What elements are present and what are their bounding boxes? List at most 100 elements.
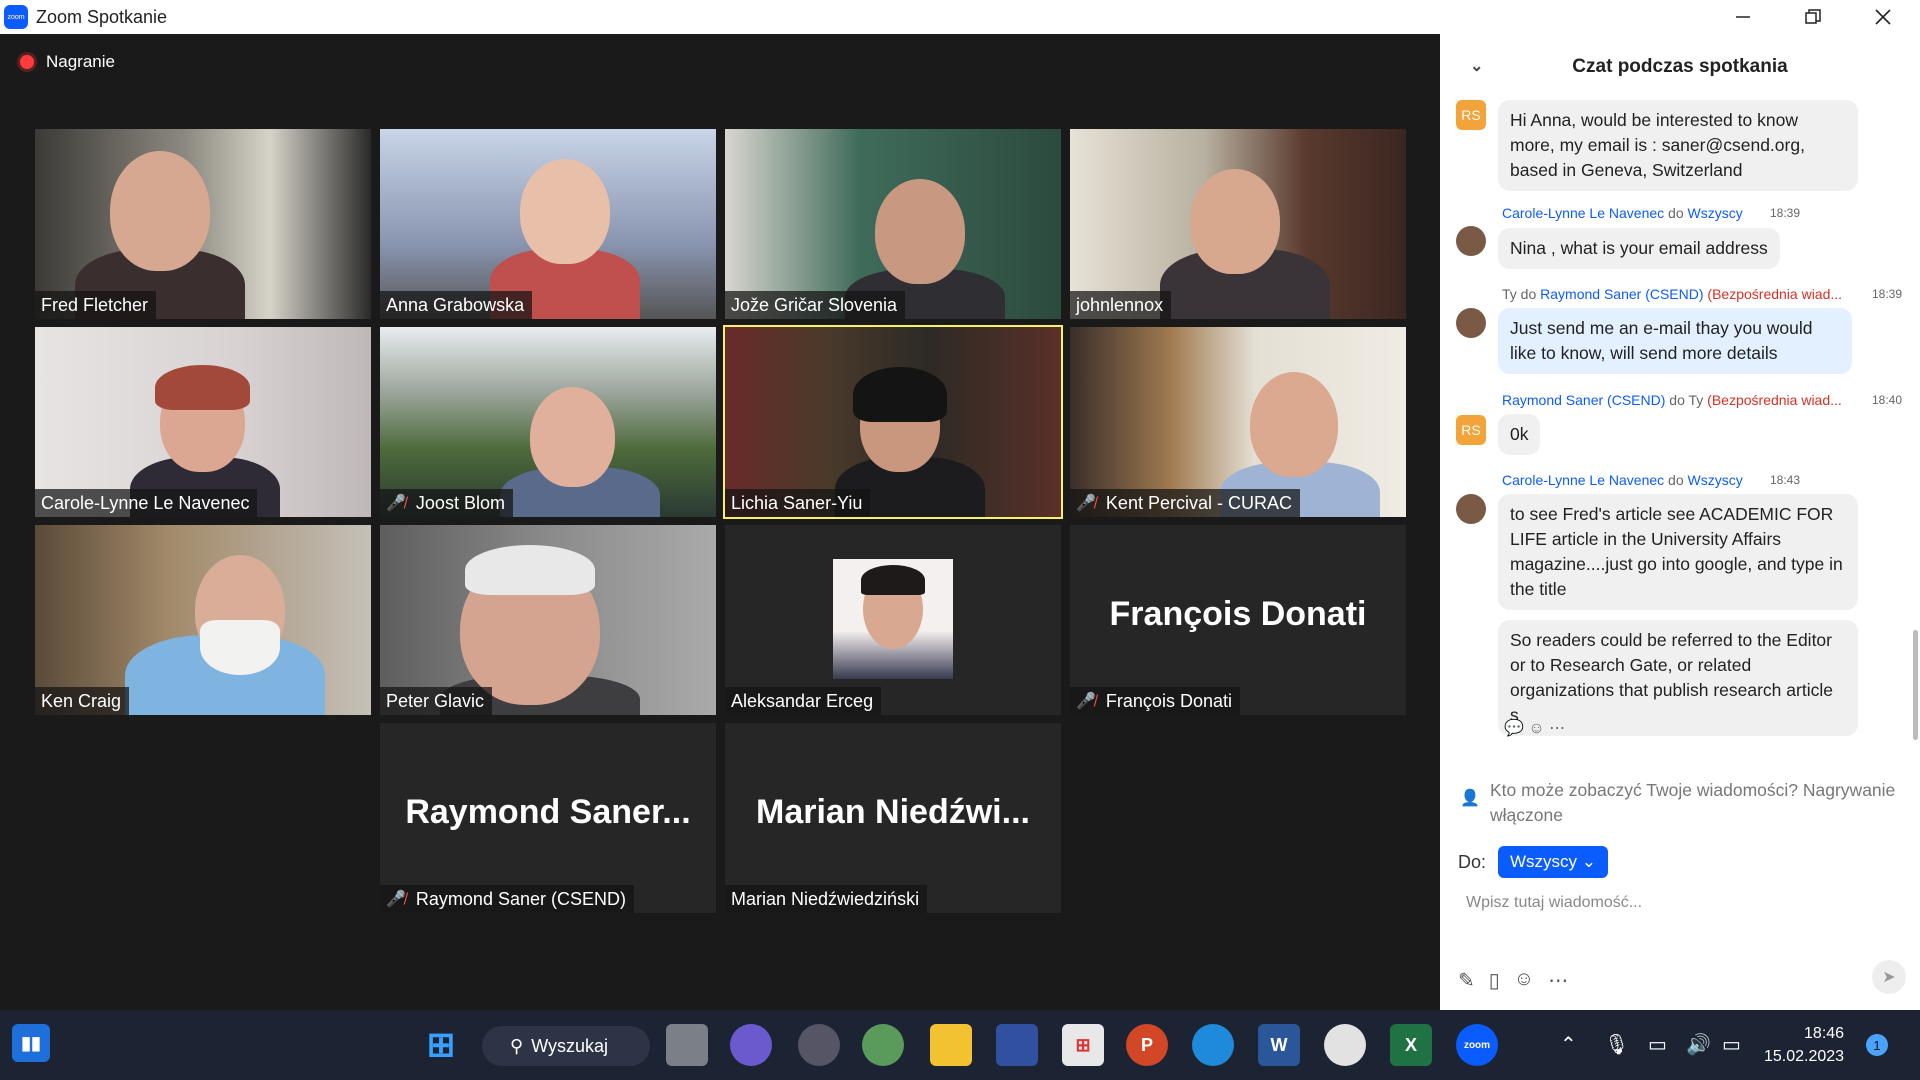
task-view-icon[interactable]	[666, 1024, 708, 1066]
sender-name[interactable]: Raymond Saner (CSEND)	[1502, 392, 1665, 408]
chat-message[interactable]: Just send me an e-mail thay you would li…	[1498, 308, 1852, 374]
more-icon[interactable]: ⋯	[1549, 720, 1565, 737]
emoji-icon[interactable]: ☺	[1514, 968, 1534, 993]
participant-tile[interactable]: Jože Gričar Slovenia	[725, 129, 1061, 319]
avatar	[1456, 308, 1486, 338]
edge-icon[interactable]	[1192, 1024, 1234, 1066]
participant-tile[interactable]: 🎤̸ Kent Percival - CURAC	[1070, 327, 1406, 517]
restore-button[interactable]	[1778, 0, 1848, 34]
participant-tile[interactable]: johnlennox	[1070, 129, 1406, 319]
message-meta: Ty do Raymond Saner (CSEND) (Bezpośredni…	[1502, 286, 1902, 302]
chat-header: ⌄ Czat podczas spotkania	[1440, 34, 1920, 100]
participant-tile[interactable]: Anna Grabowska	[380, 129, 716, 319]
sender-name[interactable]: Carole-Lynne Le Navenec	[1502, 472, 1664, 488]
message-meta: Carole-Lynne Le Navenec do Wszyscy 18:39	[1502, 205, 1801, 221]
send-button[interactable]: ➤	[1872, 960, 1906, 994]
start-button-icon[interactable]: ⊞	[420, 1024, 462, 1066]
window-title: Zoom Spotkanie	[36, 6, 168, 27]
chat-scrollbar[interactable]	[1913, 630, 1918, 740]
muted-mic-icon: 🎤̸	[1076, 495, 1096, 512]
person-head	[1250, 372, 1338, 477]
microphone-icon[interactable]: 🎙	[1604, 1032, 1629, 1057]
message-meta: Raymond Saner (CSEND) do Ty (Bezpośredni…	[1502, 392, 1902, 408]
message-time: 18:39	[1871, 287, 1902, 301]
message-time: 18:39	[1770, 206, 1801, 220]
person-beard	[200, 620, 280, 675]
participant-tile[interactable]: 🎤̸ Joost Blom	[380, 327, 716, 517]
store-icon[interactable]: ⊞	[1062, 1024, 1104, 1066]
avatar	[1456, 494, 1486, 524]
zoom-taskbar-icon[interactable]: zoom	[1456, 1024, 1498, 1066]
participant-name-label: Aleksandar Erceg	[725, 687, 882, 715]
notification-badge[interactable]: 1	[1866, 1034, 1888, 1056]
chat-message[interactable]: Nina , what is your email address	[1498, 228, 1780, 269]
participant-name-label: 🎤̸ Raymond Saner (CSEND)	[380, 885, 634, 913]
close-button[interactable]	[1848, 0, 1918, 34]
participant-name-label: Peter Glavic	[380, 687, 493, 715]
browser-icon[interactable]	[798, 1024, 840, 1066]
chevron-down-icon[interactable]: ⌄	[1470, 56, 1483, 76]
chevron-up-icon[interactable]: ⌃	[1560, 1032, 1577, 1057]
message-meta: Carole-Lynne Le Navenec do Wszyscy 18:43	[1502, 472, 1801, 488]
participant-tile[interactable]: Carole-Lynne Le Navenec	[35, 327, 371, 517]
excel-icon[interactable]: X	[1390, 1024, 1432, 1066]
participant-tile[interactable]: Aleksandar Erceg	[725, 525, 1061, 715]
sender-name[interactable]: Carole-Lynne Le Navenec	[1502, 205, 1664, 221]
chrome-icon[interactable]	[1324, 1024, 1366, 1066]
clock-time: 18:46	[1804, 1025, 1845, 1042]
send-icon: ➤	[1882, 969, 1896, 986]
more-icon[interactable]: ⋯	[1548, 968, 1568, 993]
participant-tile[interactable]: Fred Fletcher	[35, 129, 371, 319]
participant-tile[interactable]: Raymond Saner... 🎤̸ Raymond Saner (CSEND)	[380, 723, 716, 913]
profile-picture	[833, 559, 953, 679]
file-explorer-icon[interactable]	[930, 1024, 972, 1066]
participant-tile-active-speaker[interactable]: Lichia Saner-Yiu	[723, 325, 1063, 519]
chevron-down-icon: ⌄	[1581, 852, 1597, 871]
powerpoint-icon[interactable]: P	[1126, 1024, 1168, 1066]
participant-tile[interactable]: François Donati 🎤̸ François Donati	[1070, 525, 1406, 715]
battery-icon[interactable]: ▭	[1722, 1032, 1741, 1057]
volume-icon[interactable]: 🔊	[1686, 1032, 1711, 1057]
recipient-dropdown[interactable]: Wszyscy ⌄	[1498, 846, 1609, 878]
participant-tile[interactable]: Peter Glavic	[380, 525, 716, 715]
teams-icon[interactable]	[730, 1024, 772, 1066]
chat-message[interactable]: 0k	[1498, 414, 1541, 455]
recipient-name[interactable]: Raymond Saner (CSEND)	[1540, 286, 1703, 302]
widgets-icon[interactable]: ▮▮	[12, 1024, 50, 1062]
avatar	[1456, 226, 1486, 256]
taskbar-search[interactable]: ⚲ Wyszukaj	[482, 1026, 650, 1066]
network-icon[interactable]: ▭	[1648, 1032, 1667, 1057]
participant-name-label: 🎤̸ Kent Percival - CURAC	[1070, 489, 1300, 517]
emoji-react-icon[interactable]: ☺	[1528, 720, 1544, 737]
minimize-button[interactable]	[1708, 0, 1778, 34]
avatar: RS	[1456, 100, 1486, 130]
participant-name-label: Carole-Lynne Le Navenec	[35, 489, 258, 517]
taskbar: ▮▮ ⊞ ⚲ Wyszukaj ⊞ P W X zoom ⌃ 🎙 ▭ 🔊 ▭ 1…	[0, 1010, 1920, 1080]
system-clock[interactable]: 18:46 15.02.2023	[1764, 1022, 1844, 1068]
participant-name-label: Fred Fletcher	[35, 291, 157, 319]
format-icon[interactable]: ✎	[1458, 968, 1475, 993]
chat-message[interactable]: to see Fred's article see ACADEMIC FOR L…	[1498, 494, 1858, 610]
video-off-name: François Donati	[1109, 595, 1367, 633]
participant-name-label: Jože Gričar Slovenia	[725, 291, 906, 319]
participant-name-label: Ken Craig	[35, 687, 130, 715]
direct-message-badge: (Bezpośrednia wiad...	[1707, 392, 1842, 408]
chat-message[interactable]: Hi Anna, would be interested to know mor…	[1498, 100, 1858, 191]
avatar: RS	[1456, 415, 1486, 445]
word-icon[interactable]: W	[1258, 1024, 1300, 1066]
recipient-name[interactable]: Wszyscy	[1688, 472, 1743, 488]
recipient-name[interactable]: Wszyscy	[1688, 205, 1743, 221]
reply-icon[interactable]: 💬	[1504, 720, 1524, 737]
privacy-info[interactable]: 👤 Kto może zobaczyć Twoje wiadomości? Na…	[1460, 778, 1910, 828]
paint-icon[interactable]	[862, 1024, 904, 1066]
message-actions: 💬 ☺ ⋯	[1504, 718, 1565, 738]
recording-dot-icon	[20, 55, 34, 69]
recording-indicator[interactable]: Nagranie	[20, 52, 115, 72]
chat-input[interactable]: Wpisz tutaj wiadomość...	[1466, 894, 1642, 912]
muted-mic-icon: 🎤̸	[386, 495, 406, 512]
search-icon: ⚲	[510, 1035, 524, 1056]
file-icon[interactable]: ▯	[1489, 968, 1500, 993]
participant-tile[interactable]: Marian Niedźwi... Marian Niedźwiedziński	[725, 723, 1061, 913]
save-icon[interactable]	[996, 1024, 1038, 1066]
participant-tile[interactable]: Ken Craig	[35, 525, 371, 715]
